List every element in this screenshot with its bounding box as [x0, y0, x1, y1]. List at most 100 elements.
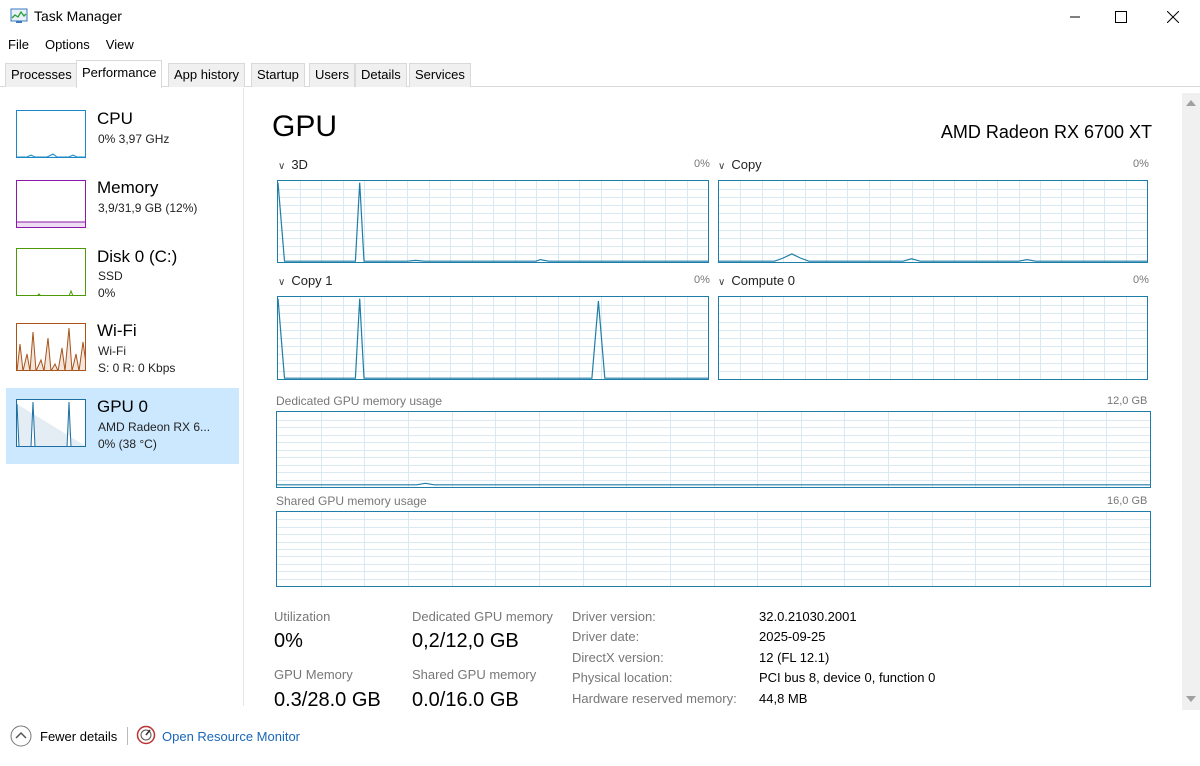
title-bar: Task Manager [0, 0, 1200, 33]
engine-name: Copy [731, 157, 762, 172]
directx-version-label: DirectX version: [572, 650, 664, 665]
reserved-memory-value: 44,8 MB [759, 691, 808, 706]
shared-memory-stat-value: 0.0/16.0 GB [412, 689, 519, 711]
scroll-down-button[interactable] [1182, 691, 1200, 707]
menu-options[interactable]: Options [37, 35, 98, 55]
gpu-thumbnail-graph [17, 401, 85, 446]
shared-memory-capacity: 16,0 GB [1107, 495, 1148, 507]
sidebar-item-sub: 0% (38 °C) [98, 437, 157, 451]
sidebar-item-title: GPU 0 [97, 397, 149, 416]
tab-services[interactable]: Services [409, 63, 471, 87]
engine-pct: 0% [1133, 158, 1149, 170]
sidebar-item-sub: Wi-Fi [98, 344, 126, 358]
page-title: GPU [272, 110, 338, 143]
driver-version-value: 32.0.21030.2001 [759, 609, 857, 624]
engine-graph-3d [277, 180, 709, 263]
engine-pct: 0% [694, 158, 710, 170]
window-title: Task Manager [34, 8, 122, 24]
footer: Fewer details Open Resource Monitor [0, 710, 1200, 766]
engine-label-copy-1[interactable]: ∨ Copy 1 [278, 273, 333, 288]
disk-thumbnail-graph [37, 289, 74, 295]
memory-thumbnail-graph [17, 221, 85, 227]
tab-performance[interactable]: Performance [76, 60, 163, 88]
dedicated-memory-stat-value: 0,2/12,0 GB [412, 630, 519, 652]
engine-name: Copy 1 [291, 273, 333, 288]
sidebar-item-disk[interactable]: Disk 0 (C:) SSD 0% [6, 240, 239, 316]
engine-graph-copy [718, 180, 1148, 263]
engine-pct: 0% [694, 274, 710, 286]
wifi-thumbnail-graph [17, 327, 85, 370]
sidebar-item-title: Wi-Fi [97, 321, 137, 340]
disk-thumbnail [16, 248, 86, 296]
minimize-icon [1070, 16, 1080, 17]
shared-memory-plot [277, 512, 1150, 586]
engine-pct: 0% [1133, 274, 1149, 286]
maximize-button[interactable] [1098, 0, 1144, 33]
engine-name: Compute 0 [731, 273, 795, 288]
physical-location-value: PCI bus 8, device 0, function 0 [759, 670, 936, 685]
chevron-down-icon: ∨ [718, 161, 726, 172]
dedicated-memory-label: Dedicated GPU memory usage [276, 394, 443, 408]
fewer-details-link[interactable]: Fewer details [40, 729, 117, 744]
gpu-memory-label: GPU Memory [274, 667, 353, 682]
wifi-thumbnail [16, 323, 86, 371]
driver-date-label: Driver date: [572, 629, 640, 644]
chevron-down-icon: ∨ [278, 277, 286, 288]
sidebar-item-title: CPU [97, 109, 133, 128]
utilization-value: 0% [274, 630, 303, 652]
menu-file[interactable]: File [0, 35, 37, 55]
footer-divider [127, 727, 128, 745]
close-button[interactable] [1150, 0, 1196, 33]
shared-memory-label: Shared GPU memory usage [276, 494, 427, 508]
chevron-down-icon: ∨ [278, 161, 286, 172]
device-name: AMD Radeon RX 6700 XT [940, 122, 1152, 142]
driver-date-value: 2025-09-25 [759, 629, 826, 644]
engine-graph-copy-1 [277, 296, 709, 380]
tab-processes[interactable]: Processes [5, 63, 78, 87]
menu-bar: File Options View [0, 35, 142, 57]
maximize-icon [1115, 10, 1127, 23]
engine-3d-plot [278, 181, 708, 262]
open-resource-monitor-link[interactable]: Open Resource Monitor [162, 729, 300, 744]
tab-details[interactable]: Details [355, 63, 407, 87]
resource-monitor-icon [136, 725, 156, 745]
sidebar-item-title: Memory [97, 178, 159, 197]
fewer-details-icon[interactable] [10, 725, 32, 747]
dedicated-memory-capacity: 12,0 GB [1107, 395, 1148, 407]
sidebar-item-memory[interactable]: Memory 3,9/31,9 GB (12%) [6, 171, 239, 247]
driver-version-label: Driver version: [572, 609, 656, 624]
physical-location-label: Physical location: [572, 670, 673, 685]
minimize-button[interactable] [1052, 0, 1098, 33]
close-icon [1167, 10, 1179, 23]
sidebar: CPU 0% 3,97 GHz Memory 3,9/31,9 GB (12%)… [0, 88, 244, 706]
sidebar-item-title: Disk 0 (C:) [97, 247, 178, 266]
sidebar-item-sub: SSD [98, 269, 123, 283]
sidebar-item-sub: AMD Radeon RX 6... [98, 420, 211, 434]
engine-copy-plot [719, 181, 1147, 262]
tab-app-history[interactable]: App history [168, 63, 246, 87]
engine-copy-1-plot [278, 297, 708, 379]
shared-memory-stat-label: Shared GPU memory [412, 667, 537, 682]
sidebar-item-wifi[interactable]: Wi-Fi Wi-Fi S: 0 R: 0 Kbps [6, 314, 239, 390]
memory-thumbnail [16, 180, 86, 228]
engine-label-compute-0[interactable]: ∨ Compute 0 [718, 273, 795, 288]
tab-strip: Processes Performance App history Startu… [0, 57, 1200, 88]
sidebar-item-sub: 0% [98, 286, 116, 300]
engine-label-copy[interactable]: ∨ Copy [718, 157, 762, 172]
vertical-scrollbar[interactable] [1182, 93, 1200, 710]
sidebar-item-gpu[interactable]: GPU 0 AMD Radeon RX 6... 0% (38 °C) [6, 388, 239, 464]
chevron-down-icon [1186, 696, 1196, 702]
dedicated-memory-stat-label: Dedicated GPU memory [412, 609, 553, 624]
gpu-memory-value: 0.3/28.0 GB [274, 689, 381, 711]
scroll-up-button[interactable] [1182, 95, 1200, 111]
engine-name: 3D [291, 157, 308, 172]
engine-label-3d[interactable]: ∨ 3D [278, 157, 308, 172]
tab-users[interactable]: Users [309, 63, 355, 87]
directx-version-value: 12 (FL 12.1) [759, 650, 830, 665]
sidebar-item-cpu[interactable]: CPU 0% 3,97 GHz [6, 102, 239, 178]
shared-memory-graph [276, 511, 1151, 587]
chevron-down-icon: ∨ [718, 277, 726, 288]
dedicated-memory-plot [277, 412, 1150, 487]
menu-view[interactable]: View [98, 35, 142, 55]
tab-startup[interactable]: Startup [251, 63, 305, 87]
